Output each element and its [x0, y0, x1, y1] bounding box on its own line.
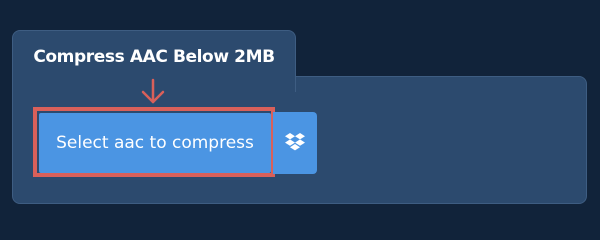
dropbox-icon [285, 133, 305, 151]
arrow-down-icon [141, 78, 165, 104]
dropbox-button[interactable] [273, 112, 317, 174]
tab-title: Compress AAC Below 2MB [33, 47, 275, 67]
select-file-button[interactable]: Select aac to compress [39, 113, 271, 173]
